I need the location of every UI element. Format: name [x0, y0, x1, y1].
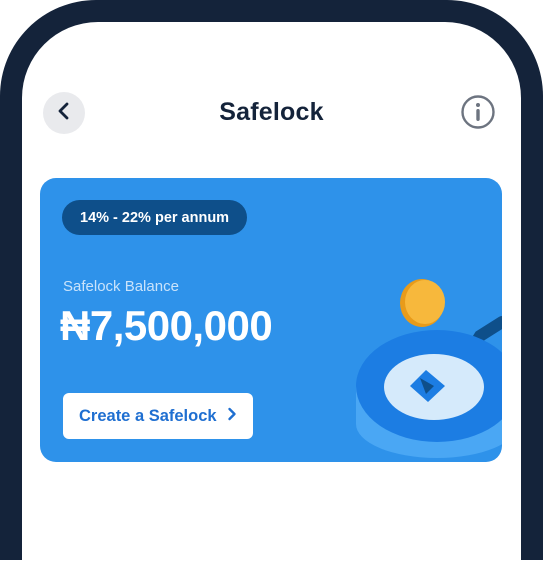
create-safelock-label: Create a Safelock — [79, 406, 217, 425]
safelock-balance-card: 14% - 22% per annum Safelock Balance ₦7,… — [40, 178, 502, 462]
info-button[interactable] — [460, 94, 496, 135]
balance-label: Safelock Balance — [63, 278, 179, 295]
rate-badge: 14% - 22% per annum — [62, 200, 248, 235]
balance-value: ₦7,500,000 — [60, 302, 273, 349]
create-safelock-button[interactable]: Create a Safelock — [63, 393, 253, 439]
page-title: Safelock — [219, 98, 324, 126]
phone-screen: Safelock 14% - 22% per annum Safelock Ba… — [22, 22, 521, 562]
chevron-right-icon — [227, 407, 237, 426]
safelock-coin-illustration — [330, 274, 502, 462]
header: Safelock — [22, 92, 521, 138]
info-circle-icon — [460, 94, 496, 135]
